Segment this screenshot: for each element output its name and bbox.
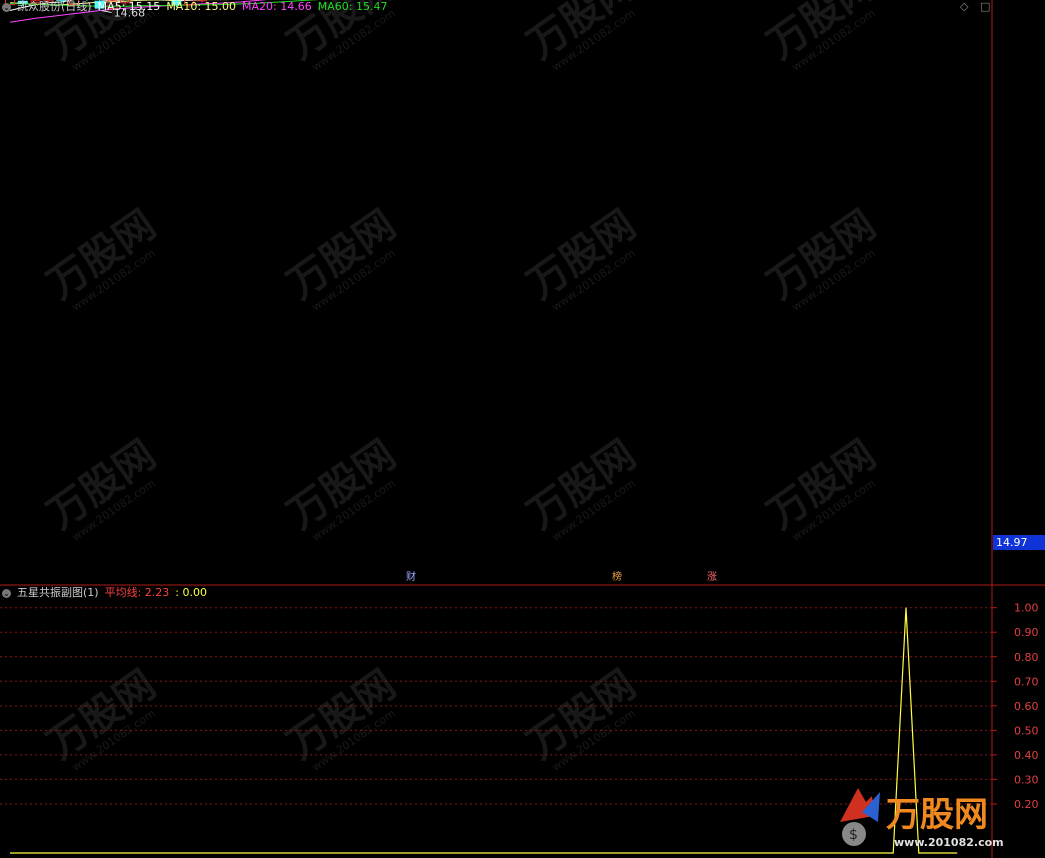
stock-title: 凯众股份(日线) — [17, 0, 92, 13]
avg-line-label: 平均线: 2.23 — [104, 586, 170, 599]
watermark-tile: 万股网www.201082.com — [519, 0, 644, 74]
watermark-tile: 万股网www.201082.com — [519, 662, 644, 774]
svg-text:$: $ — [849, 827, 858, 843]
indicator-value-label: : 0.00 — [175, 586, 207, 599]
ma5-label: MA5: 15.15 — [97, 0, 161, 13]
watermark-tile: 万股网www.201082.com — [519, 432, 644, 544]
watermark-logo: $ 万股网 www.201082.com — [840, 788, 1004, 849]
y-tick-label: 0.50 — [1014, 724, 1039, 737]
watermark-layer: 万股网www.201082.com 万股网www.201082.com 万股网www… — [39, 0, 884, 774]
y-tick-label: 0.70 — [1014, 675, 1039, 688]
watermark-tile: 万股网www.201082.com — [759, 202, 884, 314]
ma10-label: MA10: 15.00 — [166, 0, 237, 13]
event-tag-ranking[interactable]: 榜 — [610, 571, 624, 584]
y-tick-label: 0.80 — [1014, 651, 1039, 664]
y-tick-label: 0.40 — [1014, 749, 1039, 762]
watermark-tile: 万股网www.201082.com — [759, 0, 884, 74]
watermark-tile: 万股网www.201082.com — [279, 202, 404, 314]
ma60-label: MA60: 15.47 — [317, 0, 388, 13]
y-tick-label: 0.60 — [1014, 700, 1039, 713]
event-tag-finance[interactable]: 财 — [404, 571, 418, 584]
watermark-tile: 万股网www.201082.com — [759, 432, 884, 544]
watermark-tile: 万股网www.201082.com — [279, 432, 404, 544]
y-tick-label: 1.00 — [1014, 602, 1039, 615]
panel-menu-icon[interactable]: ⌄ — [2, 589, 11, 598]
watermark-url: www.201082.com — [894, 836, 1004, 849]
grid-lines — [0, 584, 1045, 805]
price-axis: 16.0017.0018.0019.0020.0021.0022.0023.00… — [991, 0, 1039, 858]
watermark-tile: 万股网www.201082.com — [39, 662, 164, 774]
ma20-label: MA20: 14.66 — [242, 0, 312, 13]
indicator-title: 五星共振副图(1) — [17, 586, 99, 599]
indicator-panel-header: ⌄ 五星共振副图(1) 平均线: 2.23 : 0.00 — [2, 586, 213, 600]
watermark-tile: 万股网www.201082.com — [279, 662, 404, 774]
watermark-tile: 万股网www.201082.com — [39, 202, 164, 314]
stock-chart[interactable]: 万股网www.201082.com 万股网www.201082.com 万股网www… — [0, 0, 1045, 858]
y-tick-label: 0.90 — [1014, 626, 1039, 639]
panel-menu-icon[interactable]: ⌄ — [2, 3, 11, 12]
watermark-tile: 万股网www.201082.com — [39, 432, 164, 544]
diamond-icon[interactable]: ◇ — [960, 0, 968, 13]
watermark-tile: 万股网www.201082.com — [519, 202, 644, 314]
watermark-brand: 万股网 — [886, 795, 988, 835]
expand-icon[interactable]: □ — [980, 0, 990, 13]
event-tag-limit-up[interactable]: 涨 — [705, 571, 719, 584]
last-price-label: 14.97 — [993, 535, 1045, 550]
main-panel-header: ⌄ 凯众股份(日线) MA5: 15.15 MA10: 15.00 MA20: 14.6… — [2, 0, 393, 14]
